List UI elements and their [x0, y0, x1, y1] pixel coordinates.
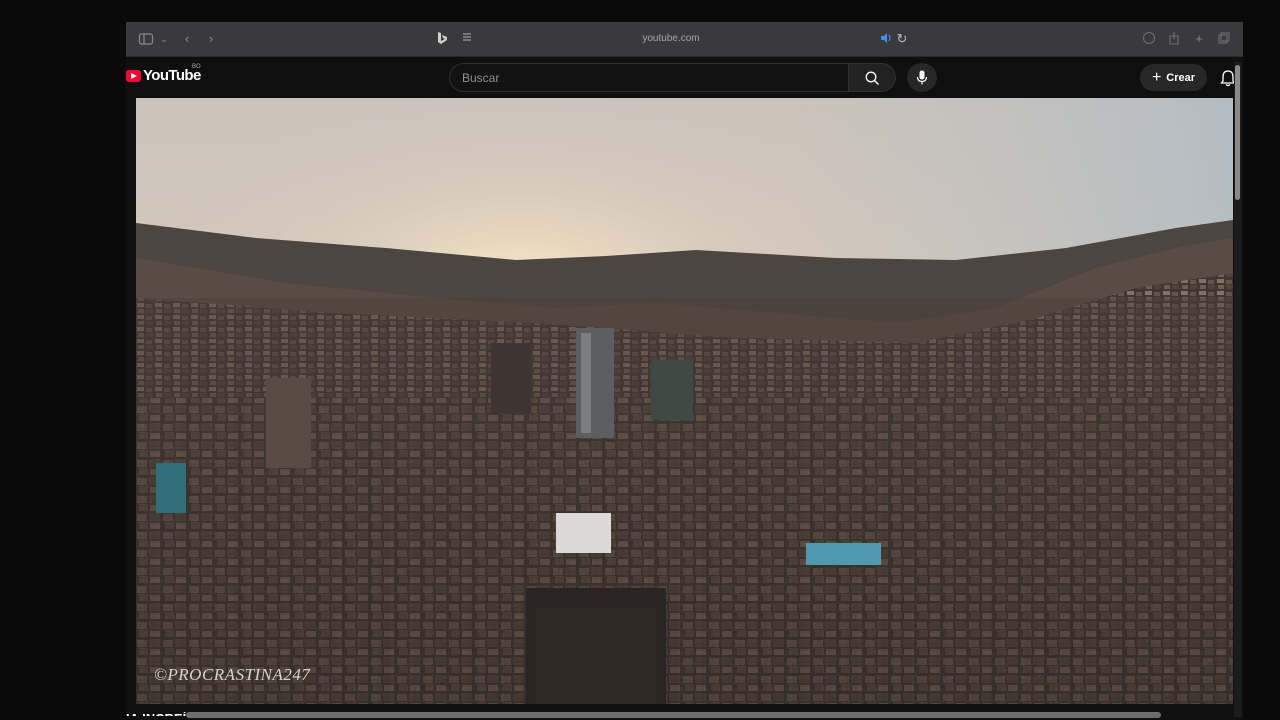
vertical-scrollbar-thumb[interactable]: [1235, 65, 1240, 200]
plus-icon: +: [1151, 68, 1162, 86]
url-text: youtube.com: [642, 33, 700, 44]
voice-search-button[interactable]: [907, 63, 937, 92]
search-input[interactable]: Buscar: [449, 63, 849, 92]
share-icon[interactable]: [1166, 31, 1182, 47]
horizontal-scrollbar[interactable]: [186, 712, 1161, 718]
tabs-overview-icon[interactable]: [1216, 31, 1232, 47]
microphone-icon: [916, 70, 928, 85]
reload-icon[interactable]: ↻: [894, 31, 910, 47]
country-code: BO: [192, 64, 201, 70]
video-player[interactable]: ©PROCRASTINA247: [136, 98, 1233, 704]
browser-toolbar: ⌄ ‹ › youtube.com ↻ +: [126, 22, 1243, 57]
browser-window: ⌄ ‹ › youtube.com ↻ + YouTube BO Buscar …: [126, 22, 1243, 720]
info-icon[interactable]: [1141, 31, 1157, 47]
search-placeholder: Buscar: [462, 71, 500, 85]
speaker-icon[interactable]: [878, 31, 894, 47]
address-bar[interactable]: youtube.com: [426, 28, 916, 51]
youtube-header: YouTube BO Buscar + Crear: [126, 57, 1243, 98]
search-button[interactable]: [848, 63, 896, 92]
chevron-down-icon[interactable]: ⌄: [156, 31, 172, 47]
create-label: Crear: [1166, 71, 1196, 84]
video-watermark: ©PROCRASTINA247: [154, 665, 311, 684]
youtube-logo[interactable]: YouTube: [126, 67, 201, 84]
video-frame-cityscape: [136, 98, 1233, 704]
sidebar-icon[interactable]: [138, 31, 154, 47]
search-icon: [865, 71, 879, 85]
chevron-left-icon[interactable]: ‹: [179, 31, 195, 47]
youtube-play-icon: [126, 69, 141, 82]
chevron-right-icon[interactable]: ›: [203, 31, 219, 47]
create-button[interactable]: + Crear: [1140, 64, 1207, 91]
plus-icon[interactable]: +: [1191, 31, 1207, 47]
